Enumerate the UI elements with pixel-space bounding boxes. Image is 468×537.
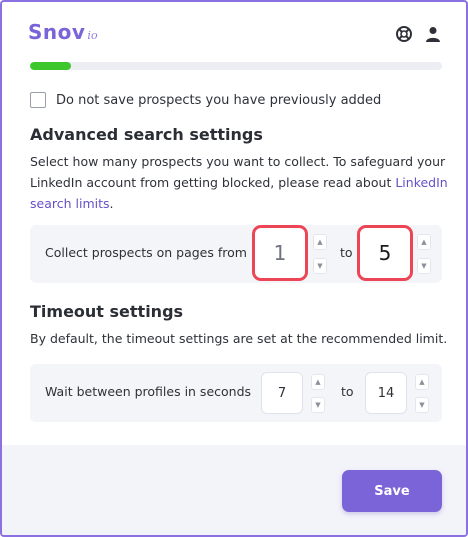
advanced-description-end: . — [109, 196, 114, 211]
chevron-down-icon: ▼ — [419, 401, 425, 409]
pages-from-increment[interactable]: ▲ — [313, 234, 327, 250]
wait-to-decrement[interactable]: ▼ — [415, 397, 429, 413]
wait-to-input[interactable]: 14 — [365, 372, 407, 414]
chevron-up-icon: ▲ — [315, 378, 321, 386]
timeout-settings-title: Timeout settings — [30, 302, 184, 321]
pages-from-decrement[interactable]: ▼ — [313, 258, 327, 274]
chevron-up-icon: ▲ — [421, 238, 427, 246]
advanced-settings-title: Advanced search settings — [30, 125, 263, 144]
timeout-settings-description: By default, the timeout settings are set… — [30, 331, 448, 346]
extension-popup: Snov io Do not save prospects you have p… — [0, 0, 468, 537]
pages-to-input[interactable]: 5 — [357, 225, 413, 281]
logo: Snov io — [28, 20, 98, 44]
user-icon[interactable] — [423, 24, 443, 44]
advanced-settings-description: Select how many prospects you want to co… — [30, 151, 450, 214]
skip-previous-checkbox[interactable] — [30, 92, 46, 108]
wait-range-panel: Wait between profiles in seconds 7 ▲ ▼ t… — [30, 364, 442, 422]
logo-text: Snov — [28, 20, 86, 44]
pages-from-input[interactable]: 1 — [252, 225, 308, 281]
wait-from-increment[interactable]: ▲ — [311, 374, 325, 390]
skip-previous-label: Do not save prospects you have previousl… — [56, 92, 382, 108]
wait-from-decrement[interactable]: ▼ — [311, 397, 325, 413]
wait-to-label: to — [341, 384, 354, 399]
pages-to-label: to — [340, 245, 353, 260]
chevron-up-icon: ▲ — [317, 238, 323, 246]
chevron-down-icon: ▼ — [421, 262, 427, 270]
progress-bar — [30, 62, 442, 70]
lifebuoy-icon[interactable] — [394, 24, 414, 44]
wait-range-label: Wait between profiles in seconds — [45, 384, 252, 399]
progress-bar-fill — [30, 62, 72, 70]
chevron-down-icon: ▼ — [315, 401, 321, 409]
chevron-down-icon: ▼ — [317, 262, 323, 270]
wait-from-input[interactable]: 7 — [261, 372, 303, 414]
skip-previous-option[interactable]: Do not save prospects you have previousl… — [30, 92, 381, 108]
pages-range-label: Collect prospects on pages from — [45, 245, 247, 260]
logo-suffix: io — [87, 29, 98, 42]
wait-to-increment[interactable]: ▲ — [415, 374, 429, 390]
chevron-up-icon: ▲ — [419, 378, 425, 386]
pages-to-increment[interactable]: ▲ — [417, 234, 431, 250]
pages-range-panel: Collect prospects on pages from 1 ▲ ▼ to… — [30, 225, 442, 283]
advanced-description-text: Select how many prospects you want to co… — [30, 154, 446, 190]
save-button[interactable]: Save — [342, 470, 442, 512]
pages-to-decrement[interactable]: ▼ — [417, 258, 431, 274]
